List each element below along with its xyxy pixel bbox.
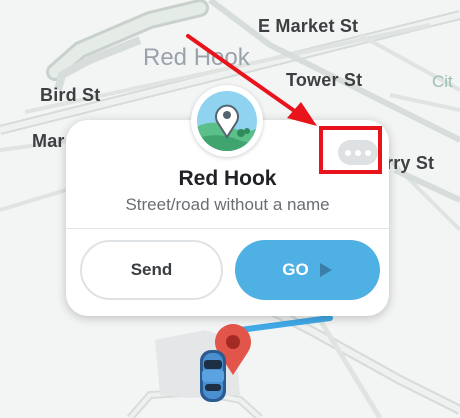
street-label-bird: Bird St bbox=[40, 85, 101, 105]
city-label-partial: Cit bbox=[432, 72, 453, 91]
go-button-label: GO bbox=[282, 260, 309, 279]
map-pin-landscape-icon bbox=[197, 91, 257, 151]
card-divider bbox=[66, 228, 389, 229]
street-label-mar-partial: Mar bbox=[32, 131, 65, 151]
street-label-tower: Tower St bbox=[286, 70, 363, 90]
street-label-rry-partial: rry St bbox=[386, 153, 435, 173]
neighborhood-label: Red Hook bbox=[143, 44, 250, 71]
annotation-highlight-box bbox=[319, 126, 382, 174]
place-icon bbox=[191, 85, 263, 157]
car-location-icon bbox=[200, 350, 226, 402]
send-button[interactable]: Send bbox=[80, 240, 223, 300]
go-button[interactable]: GO bbox=[235, 240, 380, 300]
street-label-e-market: E Market St bbox=[258, 16, 359, 36]
play-arrow-icon bbox=[319, 263, 332, 277]
place-subtitle: Street/road without a name bbox=[125, 195, 330, 214]
send-button-label: Send bbox=[130, 260, 173, 279]
